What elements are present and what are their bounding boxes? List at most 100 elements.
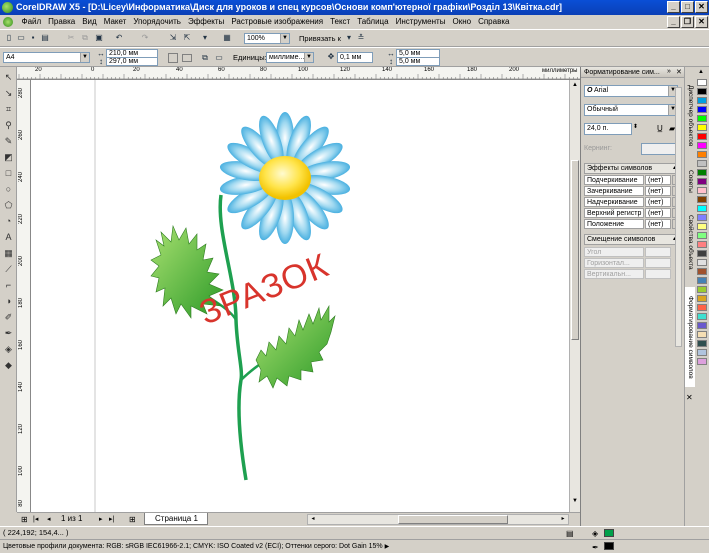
color-swatch[interactable] (697, 106, 707, 113)
polygon-tool-icon[interactable]: ⬠ (3, 200, 14, 211)
current-page-icon[interactable]: ▭ (214, 53, 224, 63)
doc-restore-button[interactable]: ❐ (681, 16, 694, 28)
menu-file[interactable]: Файл (18, 15, 45, 29)
welcome-screen-icon[interactable]: ▦ (222, 33, 232, 43)
redo-icon[interactable]: ↷ (140, 33, 150, 43)
color-swatch[interactable] (697, 349, 707, 356)
scroll-up-icon[interactable]: ▲ (571, 82, 579, 90)
nudge-input[interactable]: 0,1 мм (337, 52, 373, 63)
vertical-scroll-thumb[interactable] (571, 160, 579, 340)
character-shift-header[interactable]: Смещение символов (584, 234, 681, 245)
font-size-input[interactable]: 24,0 п. (584, 123, 632, 135)
export-icon[interactable]: ⇱ (182, 33, 192, 43)
blend-tool-icon[interactable]: ◑ (3, 296, 14, 307)
color-swatch[interactable] (697, 340, 707, 347)
color-swatch[interactable] (697, 151, 707, 158)
shape-tool-icon[interactable]: ↘ (3, 88, 14, 99)
underline-icon[interactable]: U̲ (657, 124, 663, 133)
effect-select[interactable]: (нет) (645, 186, 671, 196)
print-icon[interactable]: ▤ (40, 33, 50, 43)
color-swatch[interactable] (697, 286, 707, 293)
document-icon[interactable] (3, 17, 13, 27)
last-page-icon[interactable]: ▸| (109, 515, 114, 523)
undo-icon[interactable]: ↶ (114, 33, 124, 43)
page-tab[interactable]: Страница 1 (144, 513, 208, 525)
color-swatch[interactable] (697, 142, 707, 149)
fill-tool-icon[interactable]: ◈ (3, 344, 14, 355)
cut-icon[interactable]: ✂ (66, 33, 76, 43)
palette-up-icon[interactable]: ▲ (698, 69, 704, 75)
close-icon[interactable]: ✕ (686, 393, 693, 402)
color-swatch[interactable] (697, 115, 707, 122)
color-swatch[interactable] (697, 160, 707, 167)
table-tool-icon[interactable]: ▦ (3, 248, 14, 259)
duplicate-y-input[interactable]: 5,0 мм (396, 57, 440, 66)
color-swatch[interactable] (697, 358, 707, 365)
menu-layout[interactable]: Макет (100, 15, 130, 29)
menu-help[interactable]: Справка (475, 15, 513, 29)
menu-window[interactable]: Окно (449, 15, 475, 29)
color-swatch[interactable] (697, 232, 707, 239)
color-swatch[interactable] (697, 133, 707, 140)
effect-select[interactable]: (нет) (645, 175, 671, 185)
chevron-down-icon[interactable]: ▾ (344, 33, 354, 43)
color-swatch[interactable] (697, 304, 707, 311)
new-icon[interactable]: ▯ (4, 33, 14, 43)
shift-input[interactable] (645, 269, 671, 279)
docker-close-icon[interactable]: ✕ (676, 68, 682, 76)
import-icon[interactable]: ⇲ (168, 33, 178, 43)
menu-effects[interactable]: Эффекты (184, 15, 227, 29)
color-swatch[interactable] (697, 322, 707, 329)
basic-shapes-icon[interactable]: ◔ (3, 216, 14, 227)
menu-bitmaps[interactable]: Растровые изображения (228, 15, 327, 29)
scroll-right-icon[interactable]: ▸ (558, 515, 568, 524)
doc-close-button[interactable]: ✕ (695, 16, 708, 28)
chevron-down-icon[interactable]: ▼ (280, 34, 289, 43)
copy-icon[interactable]: ⧉ (80, 33, 90, 43)
all-pages-icon[interactable]: ⧉ (200, 53, 210, 63)
chevron-down-icon[interactable]: ▼ (304, 53, 313, 62)
prev-page-icon[interactable]: ◂ (47, 515, 51, 523)
menu-text[interactable]: Текст (327, 15, 354, 29)
ellipse-tool-icon[interactable]: ○ (3, 184, 14, 195)
add-page-icon[interactable]: ⊞ (129, 515, 136, 524)
color-swatch[interactable] (697, 250, 707, 257)
effect-select[interactable]: (нет) (645, 219, 671, 229)
scroll-down-icon[interactable]: ▼ (571, 498, 579, 506)
chevron-down-icon[interactable]: ▼ (80, 53, 89, 62)
fill-color-swatch[interactable] (604, 529, 614, 537)
effect-select[interactable]: (нет) (645, 208, 671, 218)
color-swatch[interactable] (697, 187, 707, 194)
close-button[interactable]: ✕ (695, 1, 708, 13)
zoom-field[interactable]: 100% ▼ (244, 33, 290, 44)
horizontal-scroll-thumb[interactable] (398, 515, 508, 524)
smart-fill-icon[interactable]: ◩ (3, 152, 14, 163)
color-swatch[interactable] (697, 295, 707, 302)
color-swatch[interactable] (697, 205, 707, 212)
horizontal-scrollbar[interactable]: ◂ ▸ (307, 514, 569, 525)
color-swatch[interactable] (697, 196, 707, 203)
font-select[interactable]: O Arial ▼ (584, 85, 678, 97)
docker-expand-icon[interactable]: » (667, 68, 671, 75)
drawing-canvas[interactable]: ЗРАЗОК (31, 80, 569, 512)
color-swatch[interactable] (697, 277, 707, 284)
next-page-icon[interactable]: ▸ (99, 515, 103, 523)
color-swatch[interactable] (697, 79, 707, 86)
eyedropper-tool-icon[interactable]: ✐ (3, 312, 14, 323)
rectangle-tool-icon[interactable]: □ (3, 168, 14, 179)
color-swatch[interactable] (697, 331, 707, 338)
color-swatch[interactable] (697, 241, 707, 248)
zoom-tool-icon[interactable]: ⚲ (3, 120, 14, 131)
font-style-select[interactable]: Обычный ▼ (584, 104, 678, 116)
dimension-tool-icon[interactable]: ⟋ (3, 264, 14, 275)
color-swatch[interactable] (697, 214, 707, 221)
open-icon[interactable]: ▭ (16, 33, 26, 43)
shift-input[interactable] (645, 258, 671, 268)
interactive-fill-icon[interactable]: ◆ (3, 360, 14, 371)
kerning-input[interactable] (641, 143, 677, 155)
color-swatch[interactable] (697, 97, 707, 104)
shift-input[interactable] (645, 247, 671, 257)
portrait-button[interactable] (168, 53, 178, 63)
menu-view[interactable]: Вид (79, 15, 100, 29)
text-tool-icon[interactable]: A (3, 232, 14, 243)
